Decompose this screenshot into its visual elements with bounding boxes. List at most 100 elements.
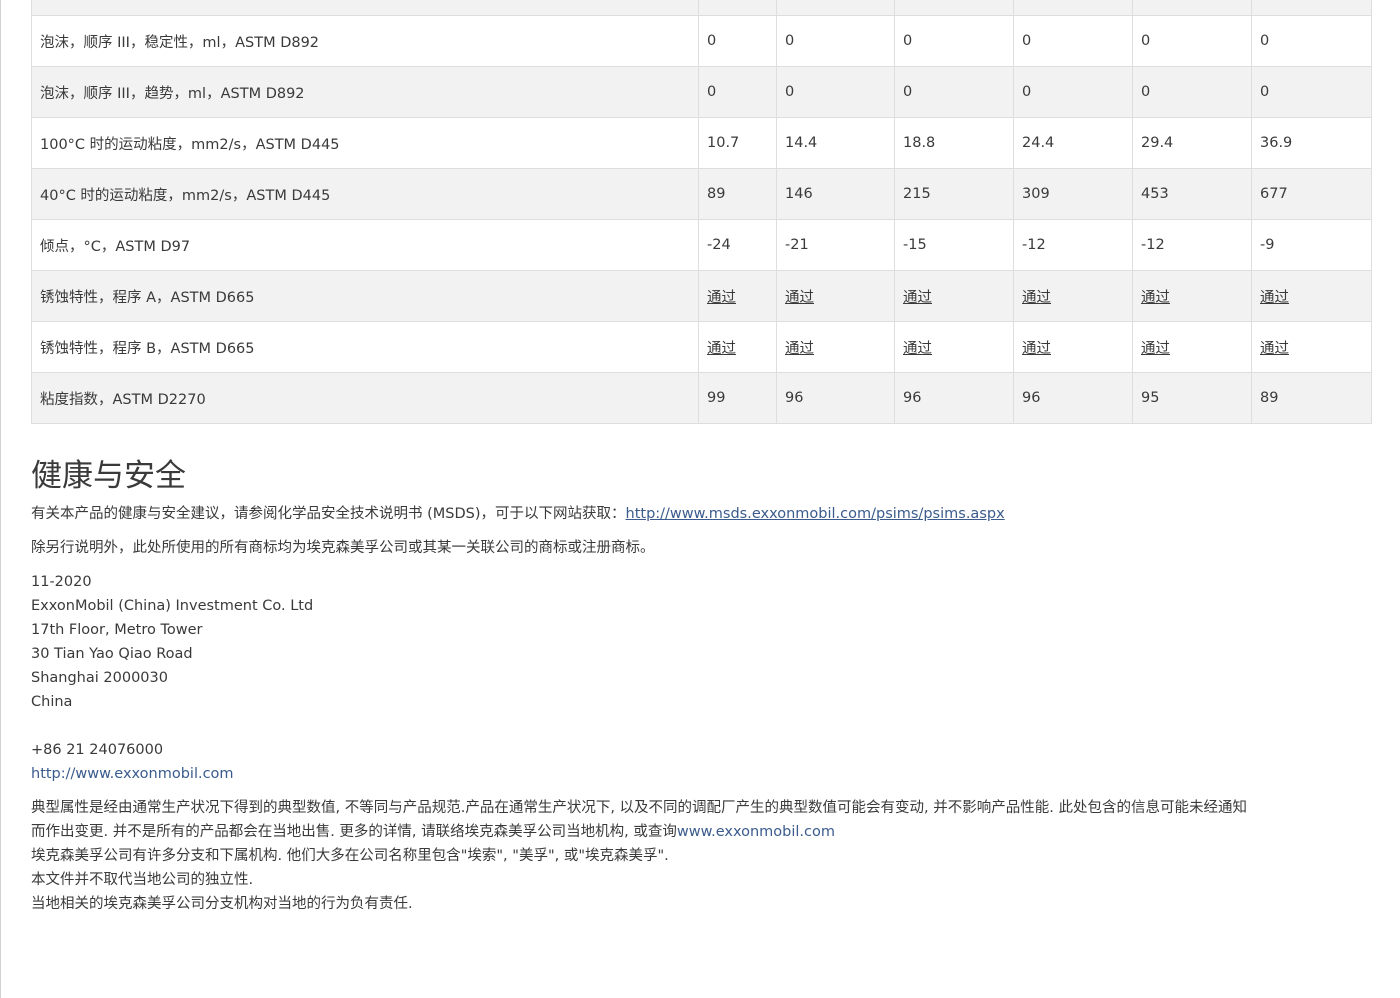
property-value-cell: 29.4: [1132, 117, 1252, 169]
property-value-cell: 通过: [1013, 270, 1133, 322]
table-row: 锈蚀特性，程序 B，ASTM D665 通过 通过 通过 通过 通过 通过: [31, 321, 1372, 373]
table-row: 泡沫，顺序 III，趋势，ml，ASTM D892 0 0 0 0 0 0: [31, 66, 1372, 118]
property-value-cell: 0: [776, 66, 895, 118]
table-row: 40°C 时的运动粘度，mm2/s，ASTM D445 89 146 215 309 45…: [31, 168, 1372, 220]
property-value-cell: 89: [698, 168, 777, 220]
property-value-cell: 通过: [894, 321, 1014, 373]
property-value-cell: 677: [1251, 168, 1372, 220]
property-label-cell: 倾点，°C，ASTM D97: [31, 219, 699, 271]
table-row: 粘度指数，ASTM D2270 99 96 96 96 95 89: [31, 372, 1372, 424]
property-value-cell: 通过: [1132, 270, 1252, 322]
address-block: 11-2020 ExxonMobil (China) Investment Co…: [31, 570, 1371, 786]
property-value-cell: 通过: [698, 270, 777, 322]
pass-value: 通过: [903, 289, 932, 306]
page-left-border: [0, 0, 1, 998]
disclaimer-website-link[interactable]: www.exxonmobil.com: [677, 824, 835, 840]
property-value-cell: 0: [1013, 66, 1133, 118]
property-value-cell: 309: [1013, 168, 1133, 220]
property-value-cell: 通过: [698, 321, 777, 373]
property-value-cell: 通过: [1132, 321, 1252, 373]
property-value-cell: 通过: [1251, 321, 1372, 373]
typical-properties-table: 泡沫，顺序 III，稳定性，ml，ASTM D892 0 0 0 0 0 0 泡沫，顺序 II…: [31, 0, 1372, 424]
property-value-cell: -21: [776, 219, 895, 271]
property-value-cell: 96: [776, 372, 895, 424]
table-row: 倾点，°C，ASTM D97 -24 -21 -15 -12 -12 -9: [31, 219, 1372, 271]
pass-value: 通过: [785, 289, 814, 306]
property-value-cell: 96: [1013, 372, 1133, 424]
pass-value: 通过: [1260, 289, 1289, 306]
pass-value: 通过: [1260, 340, 1289, 357]
health-safety-heading: 健康与安全: [31, 458, 186, 494]
main-content: 健康与安全 有关本产品的健康与安全建议，请参阅化学品安全技术说明书 (MSDS)…: [31, 454, 1371, 916]
property-value-cell: 0: [1251, 66, 1372, 118]
disclaimer-line-1: 典型属性是经由通常生产状况下得到的典型数值, 不等同与产品规范.产品在通常生产状…: [31, 800, 1247, 816]
property-label-cell: [31, 0, 699, 16]
property-label-cell: 锈蚀特性，程序 A，ASTM D665: [31, 270, 699, 322]
disclaimer-block: 典型属性是经由通常生产状况下得到的典型数值, 不等同与产品规范.产品在通常生产状…: [31, 796, 1371, 916]
property-value-cell: -12: [1132, 219, 1252, 271]
property-label-cell: 100°C 时的运动粘度，mm2/s，ASTM D445: [31, 117, 699, 169]
pass-value: 通过: [1022, 340, 1051, 357]
property-value-cell: -24: [698, 219, 777, 271]
date-text: 11-2020: [31, 574, 92, 590]
property-label-cell: 泡沫，顺序 III，趋势，ml，ASTM D892: [31, 66, 699, 118]
property-value-cell: 14.4: [776, 117, 895, 169]
disclaimer-line-3: 埃克森美孚公司有许多分支和下属机构. 他们大多在公司名称里包含"埃索", "美孚…: [31, 848, 669, 864]
property-value-cell: [894, 0, 1014, 16]
property-value-cell: 95: [1132, 372, 1252, 424]
table-row: [31, 0, 1372, 16]
property-value-cell: 18.8: [894, 117, 1014, 169]
property-value-cell: 0: [894, 66, 1014, 118]
property-label-cell: 泡沫，顺序 III，稳定性，ml，ASTM D892: [31, 15, 699, 67]
address-spacer: [31, 714, 1371, 738]
property-value-cell: [1132, 0, 1252, 16]
property-value-cell: -9: [1251, 219, 1372, 271]
property-value-cell: 通过: [1013, 321, 1133, 373]
company-name: ExxonMobil (China) Investment Co. Ltd: [31, 598, 314, 614]
property-value-cell: 通过: [894, 270, 1014, 322]
pass-value: 通过: [1141, 289, 1170, 306]
property-value-cell: -12: [1013, 219, 1133, 271]
property-value-cell: 通过: [776, 270, 895, 322]
disclaimer-line-4: 本文件并不取代当地公司的独立性.: [31, 872, 254, 888]
typical-properties-table-wrapper: 泡沫，顺序 III，稳定性，ml，ASTM D892 0 0 0 0 0 0 泡沫，顺序 II…: [31, 0, 1372, 424]
pass-value: 通过: [1141, 340, 1170, 357]
property-value-cell: 0: [1132, 15, 1252, 67]
property-label-cell: 锈蚀特性，程序 B，ASTM D665: [31, 321, 699, 373]
trademark-paragraph: 除另行说明外，此处所使用的所有商标均为埃克森美孚公司或其某一关联公司的商标或注册…: [31, 540, 655, 556]
property-label-cell: 粘度指数，ASTM D2270: [31, 372, 699, 424]
property-value-cell: 0: [776, 15, 895, 67]
property-value-cell: 99: [698, 372, 777, 424]
table-row: 100°C 时的运动粘度，mm2/s，ASTM D445 10.7 14.4 18.8…: [31, 117, 1372, 169]
address-line-1: 17th Floor, Metro Tower: [31, 622, 203, 638]
property-value-cell: 0: [698, 66, 777, 118]
address-country: China: [31, 694, 73, 710]
property-value-cell: 通过: [776, 321, 895, 373]
property-value-cell: -15: [894, 219, 1014, 271]
msds-link[interactable]: http://www.msds.exxonmobil.com/psims/psi…: [626, 506, 1005, 522]
address-line-2: 30 Tian Yao Qiao Road: [31, 646, 193, 662]
pass-value: 通过: [903, 340, 932, 357]
phone-number: +86 21 24076000: [31, 742, 164, 758]
table-body: 泡沫，顺序 III，稳定性，ml，ASTM D892 0 0 0 0 0 0 泡沫，顺序 II…: [31, 0, 1372, 424]
table-row: 泡沫，顺序 III，稳定性，ml，ASTM D892 0 0 0 0 0 0: [31, 15, 1372, 67]
property-label-cell: 40°C 时的运动粘度，mm2/s，ASTM D445: [31, 168, 699, 220]
disclaimer-line-5: 当地相关的埃克森美孚公司分支机构对当地的行为负有责任.: [31, 896, 413, 912]
property-value-cell: 0: [1013, 15, 1133, 67]
property-value-cell: [776, 0, 895, 16]
disclaimer-line-2-text: 而作出变更. 并不是所有的产品都会在当地出售. 更多的详情, 请联络埃克森美孚公…: [31, 824, 677, 840]
property-value-cell: 0: [894, 15, 1014, 67]
property-value-cell: [1251, 0, 1372, 16]
pass-value: 通过: [785, 340, 814, 357]
msds-text: 有关本产品的健康与安全建议，请参阅化学品安全技术说明书 (MSDS)，可于以下网…: [31, 506, 626, 522]
property-value-cell: 10.7: [698, 117, 777, 169]
property-value-cell: 0: [1251, 15, 1372, 67]
property-value-cell: 215: [894, 168, 1014, 220]
website-link[interactable]: http://www.exxonmobil.com: [31, 766, 234, 782]
address-city: Shanghai 2000030: [31, 670, 168, 686]
property-value-cell: 24.4: [1013, 117, 1133, 169]
property-value-cell: 通过: [1251, 270, 1372, 322]
property-value-cell: 89: [1251, 372, 1372, 424]
table-row: 锈蚀特性，程序 A，ASTM D665 通过 通过 通过 通过 通过 通过: [31, 270, 1372, 322]
property-value-cell: 0: [698, 15, 777, 67]
